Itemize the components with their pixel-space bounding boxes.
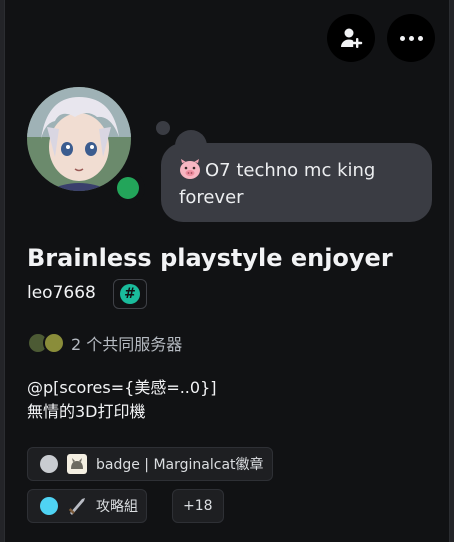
sword-role-icon: [68, 498, 85, 515]
more-options-button[interactable]: [387, 14, 435, 62]
status-indicator: [111, 171, 145, 205]
role-tag[interactable]: badge | Marginalcat徽章: [27, 447, 273, 481]
profile-popout: O7 techno mc king forever Brainless play…: [4, 0, 450, 542]
role-color-dot: [40, 455, 58, 473]
display-name: Brainless playstyle enjoyer: [27, 244, 393, 272]
role-name: 攻略組: [96, 499, 138, 515]
bio-line: @p[scores={美感=..0}]: [27, 378, 217, 397]
role-name: badge | Marginalcat徽章: [96, 457, 264, 473]
mutual-servers-text: 2 个共同服务器: [71, 335, 183, 354]
bio-line: 無情的3D打印機: [27, 402, 146, 421]
profile-badge[interactable]: #: [113, 279, 147, 309]
mutual-servers-link[interactable]: 2 个共同服务器: [27, 331, 182, 355]
role-color-dot: [40, 497, 58, 515]
custom-status-bubble[interactable]: O7 techno mc king forever: [161, 143, 432, 222]
mutual-server-icons: [27, 332, 65, 354]
username[interactable]: leo7668: [27, 283, 96, 303]
more-roles-button[interactable]: +18: [172, 489, 224, 523]
server-icon: [43, 332, 65, 354]
add-friend-icon: [341, 28, 363, 48]
more-icon: [399, 35, 423, 41]
add-friend-button[interactable]: [327, 14, 375, 62]
online-status-dot: [117, 177, 139, 199]
status-message: O7 techno mc king forever: [179, 160, 376, 208]
pig-face-emoji-icon: [180, 159, 200, 179]
hashtag-badge-icon: #: [120, 284, 140, 304]
cat-role-icon: [67, 454, 87, 474]
thought-bubble-dot: [156, 121, 170, 135]
more-roles-count: +18: [183, 498, 213, 514]
role-tag[interactable]: 攻略組: [27, 489, 147, 523]
avatar[interactable]: [27, 87, 145, 205]
bio: @p[scores={美感=..0}] 無情的3D打印機: [27, 376, 217, 424]
